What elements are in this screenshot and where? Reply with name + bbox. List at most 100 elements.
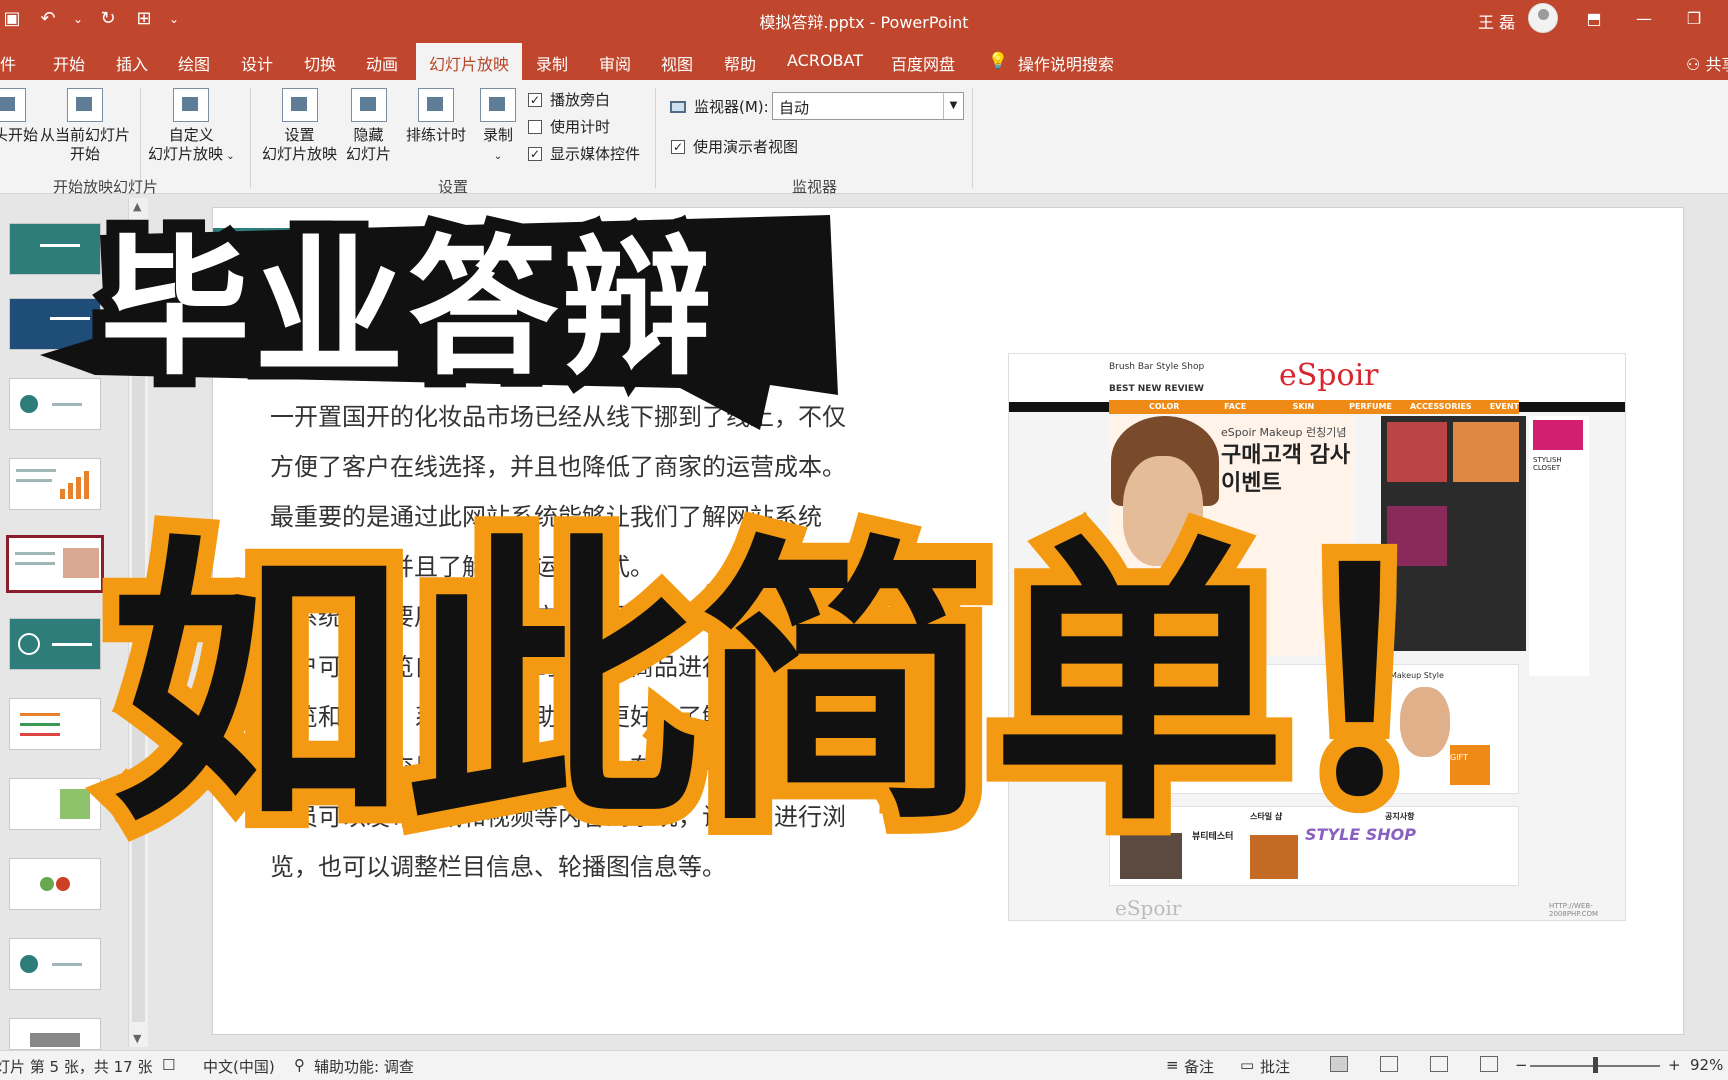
monitor-label-text: 监视器(M): [694, 98, 769, 116]
footer-logo: eSpoir [1115, 896, 1182, 920]
slide-thumbnail-4[interactable] [9, 458, 101, 510]
thumb-text-line [20, 733, 60, 736]
avatar[interactable] [1528, 3, 1558, 33]
tab-help[interactable]: 帮助 [724, 51, 756, 75]
banner-subtitle: eSpoir Makeup 런칭기념 [1221, 426, 1347, 439]
from-beginning-button[interactable]: 从头开始 [0, 88, 38, 145]
slide-sorter-button[interactable] [1380, 1056, 1398, 1072]
footer-url: HTTP://WEB-2008PHP.COM [1549, 902, 1599, 918]
slide-thumbnail-1[interactable] [9, 223, 101, 275]
hide-label-1: 隐藏 [353, 126, 384, 144]
language-indicator[interactable]: 中文(中国) [203, 1056, 275, 1077]
restore-icon[interactable]: ❐ [1680, 6, 1708, 32]
spellcheck-icon[interactable]: ☐ [162, 1056, 175, 1074]
thumb-diagram [30, 1033, 80, 1047]
zoom-slider-handle[interactable] [1593, 1057, 1598, 1073]
website-best-new: BEST NEW REVIEW [1109, 384, 1204, 394]
from-current-slide-button[interactable]: 从当前幻灯片 开始 [40, 88, 130, 164]
slide-header-block [213, 228, 343, 323]
tab-home[interactable]: 开始 [53, 51, 85, 75]
person-icon: ⚇ [1686, 55, 1706, 74]
slide-thumbnail-9[interactable] [9, 858, 101, 910]
scroll-up-icon[interactable]: ▲ [133, 200, 141, 213]
reading-view-button[interactable] [1430, 1056, 1448, 1072]
tab-baidu-netdisk[interactable]: 百度网盘 [891, 51, 955, 75]
share-button[interactable]: ⚇ 共享 [1686, 51, 1728, 75]
ribbon-display-options-icon[interactable]: ⬒ [1580, 6, 1608, 32]
body-line: 浏览和购买，系统可以帮助用户更好地了解个人 [270, 703, 774, 731]
slide-body-text[interactable]: 一开置国开的化妆品市场已经从线下挪到了线上，不仅 方便了客户在线选择，并且也降低… [270, 392, 880, 892]
website-nav-item: COLOR MAKEUP [1149, 402, 1187, 425]
scrollbar-thumb[interactable] [132, 222, 145, 1022]
play-narrations-checkbox[interactable]: ✓ 播放旁白 [528, 89, 610, 110]
tell-me-search[interactable]: 💡 操作说明搜索 [988, 51, 1114, 75]
tab-design[interactable]: 设计 [241, 51, 273, 75]
notes-button[interactable]: 备注 [1184, 1056, 1214, 1077]
tab-view[interactable]: 视图 [661, 51, 693, 75]
use-timings-checkbox[interactable]: 使用计时 [528, 116, 610, 137]
monitor-icon [670, 100, 686, 113]
tab-insert[interactable]: 插入 [116, 51, 148, 75]
slide-thumbnail-3[interactable] [9, 378, 101, 430]
thumbnail-scrollbar[interactable]: ▲ ▼ [128, 198, 148, 1047]
tab-review[interactable]: 审阅 [599, 51, 631, 75]
tab-record[interactable]: 录制 [536, 51, 568, 75]
website-brush-bar: Brush Bar Style Shop [1109, 362, 1205, 372]
thumb-text-line [16, 479, 52, 482]
minimize-icon[interactable]: — [1630, 6, 1658, 32]
website-banner: eSpoir Makeup 런칭기념 구매고객 감사 이벤트 [1109, 416, 1354, 656]
slide-thumbnail-2[interactable] [9, 298, 101, 350]
tab-file[interactable]: 件 [0, 51, 16, 75]
setup-slide-show-button[interactable]: 设置 幻灯片放映 [262, 88, 337, 164]
slide-thumbnail-10[interactable] [9, 938, 101, 990]
website-products [1381, 416, 1526, 651]
presenter-view-checkbox[interactable]: ✓ 使用演示者视图 [671, 136, 798, 157]
setup-show-icon [281, 88, 318, 122]
slide-canvas[interactable]: 一开置国开的化妆品市场已经从线下挪到了线上，不仅 方便了客户在线选择，并且也降低… [213, 208, 1683, 1034]
play-narrations-label: 播放旁白 [550, 91, 611, 109]
check-icon: ✓ [528, 92, 542, 107]
scroll-down-icon[interactable]: ▼ [133, 1032, 141, 1045]
chevron-down-icon[interactable]: ▼ [943, 93, 963, 119]
slide-thumbnail-5-selected[interactable] [6, 535, 104, 593]
body-line: 的主要功能并且了解它的运作模式。 [270, 553, 654, 581]
tab-animations[interactable]: 动画 [366, 51, 398, 75]
notes-icon: ≡ [1166, 1056, 1179, 1074]
comments-button[interactable]: 批注 [1260, 1056, 1290, 1077]
zoom-level[interactable]: 92% [1690, 1056, 1723, 1074]
thumb-text-line [20, 723, 60, 726]
tab-acrobat[interactable]: ACROBAT [787, 51, 863, 70]
gift-label: GIFT [1450, 753, 1468, 762]
zoom-in-icon[interactable]: + [1668, 1056, 1681, 1074]
hide-slide-button[interactable]: 隐藏 幻灯片 [346, 88, 391, 164]
slide-show-view-button[interactable] [1480, 1056, 1498, 1072]
website-nav-item: PERFUME [1349, 402, 1392, 411]
slide-thumbnail-6[interactable] [9, 618, 101, 670]
record-label: 录制 [482, 126, 513, 144]
zoom-out-icon[interactable]: − [1515, 1056, 1528, 1074]
tab-slide-show[interactable]: 幻灯片放映 [416, 43, 523, 80]
rehearse-timings-button[interactable]: 排练计时 [406, 88, 466, 145]
beauty-tester-heading: 뷰티테스터 [1116, 812, 1153, 821]
tab-transitions[interactable]: 切换 [304, 51, 336, 75]
accessibility-status[interactable]: 辅助功能: 调查 [314, 1056, 414, 1077]
model-face [1123, 456, 1203, 566]
custom-slide-show-button[interactable]: 自定义 幻灯片放映 ⌄ [148, 88, 235, 166]
slide-thumbnail-11[interactable] [9, 1018, 101, 1050]
document-title: 模拟答辩.pptx - PowerPoint [759, 13, 969, 32]
comments-icon: ▭ [1240, 1056, 1255, 1074]
hide-slide-icon [350, 88, 387, 122]
show-media-controls-checkbox[interactable]: ✓ 显示媒体控件 [528, 143, 640, 164]
normal-view-button[interactable] [1330, 1056, 1348, 1072]
gift-box: GIFT [1450, 745, 1490, 785]
slide-thumbnail-7[interactable] [9, 698, 101, 750]
slide-thumbnail-8[interactable] [9, 778, 101, 830]
record-icon [480, 88, 516, 122]
monitor-select[interactable]: 自动 ▼ [772, 92, 964, 120]
unchecked-box [528, 119, 542, 134]
record-button[interactable]: 录制 ⌄ [480, 88, 516, 166]
website-screenshot-image[interactable]: Brush Bar Style Shop BEST NEW REVIEW eSp… [1008, 353, 1626, 921]
tab-draw[interactable]: 绘图 [178, 51, 210, 75]
monitor-label: 监视器(M): [670, 96, 769, 117]
user-name[interactable]: 王 磊 [1478, 9, 1515, 33]
